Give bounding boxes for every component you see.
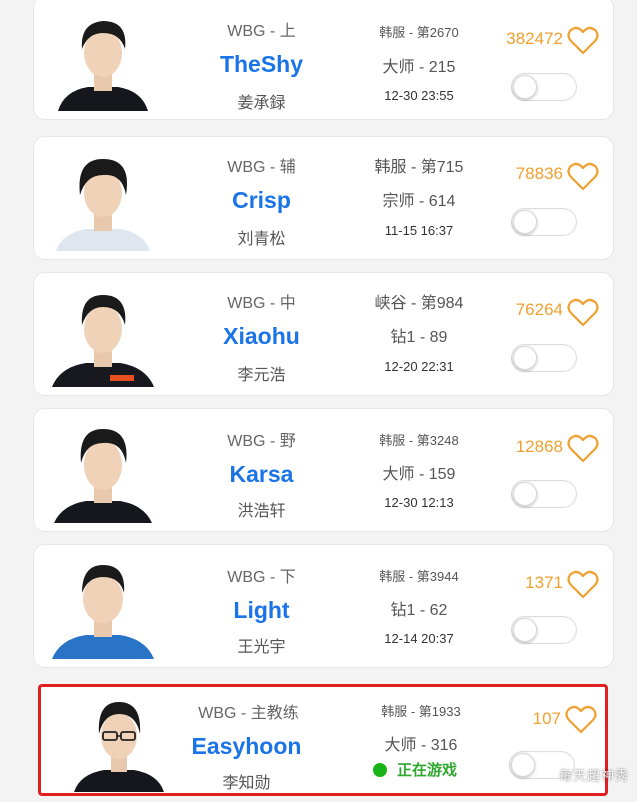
server-rank: 韩服 - 第3944: [379, 569, 459, 584]
real-name: 李知勋: [222, 775, 271, 792]
tier-points: 钻1 - 62: [390, 602, 448, 619]
real-name: 李元浩: [237, 367, 286, 384]
last-seen-time: 12-30 12:13: [384, 495, 454, 510]
player-avatar: [50, 281, 156, 387]
toggle-knob: [511, 753, 535, 777]
follow-toggle[interactable]: [511, 616, 577, 644]
like-count: 78836: [515, 164, 563, 183]
toggle-knob: [513, 482, 537, 506]
last-seen-time: 12-14 20:37: [384, 631, 454, 646]
player-avatar: [50, 145, 156, 251]
in-game-status: 正在游戏: [373, 759, 457, 780]
player-name-link[interactable]: TheShy: [174, 51, 349, 78]
tier-points: 大师 - 215: [382, 59, 456, 76]
status-text: 正在游戏: [397, 762, 458, 779]
toggle-knob: [513, 210, 537, 234]
player-card-karsa: WBG - 野 Karsa 洪浩轩 韩服 - 第3248 大师 - 159 12…: [33, 408, 614, 532]
online-dot-icon: [373, 762, 387, 777]
player-name-link[interactable]: Karsa: [174, 461, 349, 488]
team-role: WBG - 中: [227, 295, 296, 312]
player-card-easyhoon: WBG - 主教练 Easyhoon 李知勋 韩服 - 第1933 大师 - 3…: [38, 684, 608, 796]
team-role: WBG - 上: [227, 23, 296, 40]
server-rank: 韩服 - 第1933: [381, 704, 461, 719]
follow-toggle[interactable]: [511, 480, 577, 508]
server-rank: 韩服 - 第715: [374, 159, 464, 176]
heart-icon[interactable]: [567, 298, 599, 328]
tier-points: 大师 - 316: [384, 737, 458, 754]
real-name: 洪浩轩: [237, 503, 286, 520]
player-avatar: [74, 692, 164, 792]
follow-toggle[interactable]: [511, 208, 577, 236]
player-card-theshy: WBG - 上 TheShy 姜承録 韩服 - 第2670 大师 - 215 1…: [33, 0, 614, 120]
player-name-link[interactable]: Easyhoon: [159, 733, 334, 760]
like-count: 382472: [506, 29, 563, 48]
toggle-knob: [513, 618, 537, 642]
server-rank: 峡谷 - 第984: [374, 295, 464, 312]
server-rank: 韩服 - 第3248: [379, 433, 459, 448]
player-card-light: WBG - 下 Light 王光宇 韩服 - 第3944 钻1 - 62 12-…: [33, 544, 614, 668]
player-avatar: [50, 417, 156, 523]
like-count: 76264: [515, 300, 563, 319]
follow-toggle[interactable]: [511, 73, 577, 101]
heart-icon[interactable]: [565, 705, 597, 735]
tier-points: 大师 - 159: [382, 466, 456, 483]
team-role: WBG - 下: [227, 569, 296, 586]
player-avatar: [50, 5, 156, 111]
follow-toggle[interactable]: [511, 344, 577, 372]
real-name: 王光宇: [237, 639, 286, 656]
last-seen-time: 12-20 22:31: [384, 359, 454, 374]
heart-icon[interactable]: [567, 570, 599, 600]
team-role: WBG - 主教练: [198, 705, 299, 722]
heart-icon[interactable]: [567, 434, 599, 464]
player-name-link[interactable]: Xiaohu: [174, 323, 349, 350]
team-role: WBG - 野: [227, 433, 296, 450]
real-name: 刘青松: [237, 231, 286, 248]
tier-points: 宗师 - 614: [382, 193, 456, 210]
like-count: 12868: [515, 437, 563, 456]
player-name-link[interactable]: Light: [174, 597, 349, 624]
like-count: 1371: [525, 573, 563, 592]
player-card-xiaohu: WBG - 中 Xiaohu 李元浩 峡谷 - 第984 钻1 - 89 12-…: [33, 272, 614, 396]
heart-icon[interactable]: [567, 26, 599, 56]
last-seen-time: 11-15 16:37: [384, 223, 454, 238]
tier-points: 钻1 - 89: [390, 329, 448, 346]
watermark: 每天超神秀: [558, 768, 629, 783]
toggle-knob: [513, 75, 537, 99]
player-card-crisp: WBG - 辅 Crisp 刘青松 韩服 - 第715 宗师 - 614 11-…: [33, 136, 614, 260]
player-name-link[interactable]: Crisp: [174, 187, 349, 214]
heart-icon[interactable]: [567, 162, 599, 192]
team-role: WBG - 辅: [227, 159, 296, 176]
real-name: 姜承録: [237, 95, 286, 112]
player-avatar: [50, 553, 156, 659]
like-count: 107: [532, 709, 561, 728]
last-seen-time: 12-30 23:55: [384, 88, 454, 103]
toggle-knob: [513, 346, 537, 370]
server-rank: 韩服 - 第2670: [379, 25, 459, 40]
